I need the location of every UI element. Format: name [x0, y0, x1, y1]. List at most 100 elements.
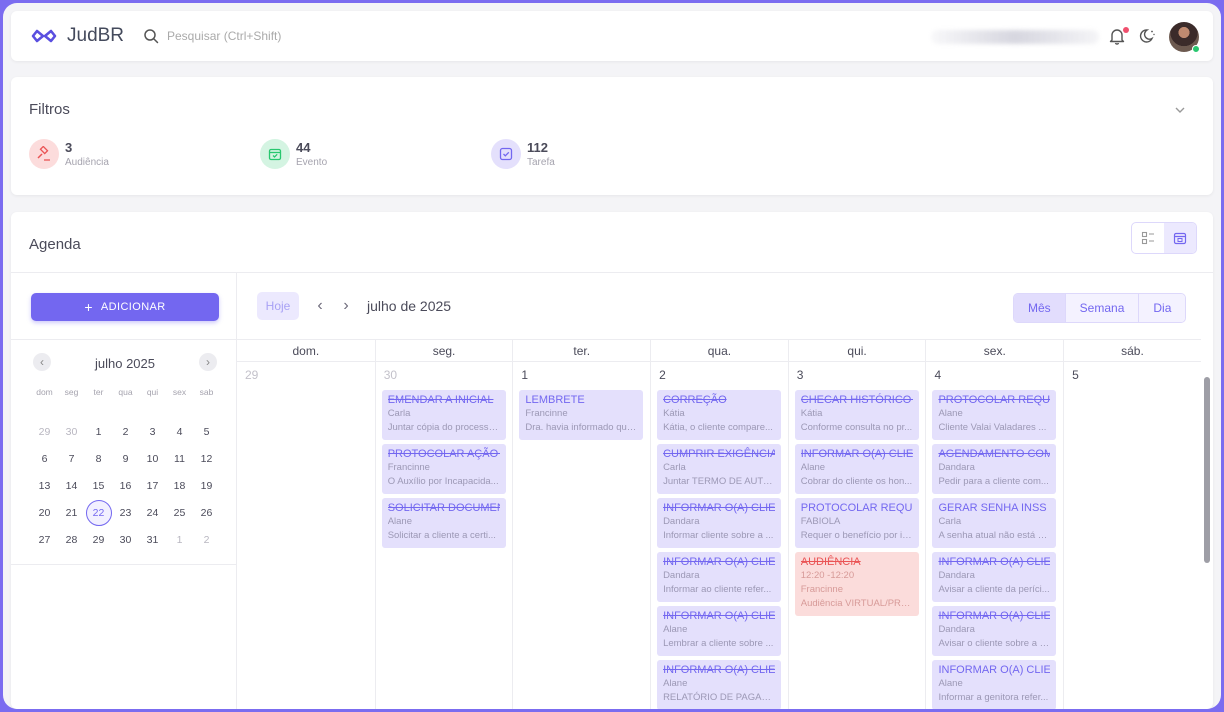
mini-day[interactable]: 30 — [58, 419, 85, 446]
mini-day[interactable]: 19 — [193, 473, 220, 500]
calendar-event[interactable]: INFORMAR O(A) CLIEN Alane RELATÓRIO DE PAG… — [657, 660, 782, 709]
calendar-event[interactable]: INFORMAR O(A) CLIEN Dandara Avisar o clien… — [932, 606, 1057, 656]
mini-day-number: 21 — [65, 507, 78, 519]
mini-day[interactable]: 2 — [193, 527, 220, 554]
day-cell[interactable]: 29 — [237, 362, 375, 709]
mini-day[interactable]: 22 — [85, 500, 112, 527]
event-title: PROTOCOLAR AÇÃO J — [387, 448, 500, 460]
calendar-event[interactable]: EMENDAR A INICIAL Carla Juntar cópia do pr… — [381, 390, 506, 440]
mini-prev-month-button[interactable]: ‹ — [33, 353, 51, 371]
stat-tarefa[interactable]: 112 Tarefa — [491, 139, 555, 169]
calendar-event[interactable]: INFORMAR O(A) CLIEN Dandara Informar clien… — [657, 498, 782, 548]
event-person: Kátia — [800, 408, 823, 419]
event-description: O Auxílio por Incapacida... — [387, 476, 499, 487]
calendar-event[interactable]: PROTOCOLAR REQUE Alane Cliente Valai Valad… — [932, 390, 1057, 440]
day-number: 1 — [521, 368, 529, 382]
calendar-event[interactable]: AUDIÊNCIA 12:20 -12:20 Francinne Audiência … — [794, 552, 919, 616]
mini-day[interactable]: 15 — [85, 473, 112, 500]
day-cell[interactable]: 1 LEMBRETE Francinne Dra. havia informado q… — [512, 362, 650, 709]
mini-day[interactable]: 24 — [139, 500, 166, 527]
calendar-event[interactable]: LEMBRETE Francinne Dra. havia informado qu… — [519, 390, 644, 440]
mini-day[interactable]: 7 — [58, 446, 85, 473]
stat-evento[interactable]: 44 Evento — [260, 139, 327, 169]
calendar-event[interactable]: CHECAR HISTÓRICO D Kátia Conforme consulta… — [794, 390, 919, 440]
mini-day[interactable]: 29 — [31, 419, 58, 446]
mini-day[interactable]: 9 — [112, 446, 139, 473]
mini-day[interactable]: 28 — [58, 527, 85, 554]
mini-day[interactable]: 3 — [139, 419, 166, 446]
mini-day[interactable]: 18 — [166, 473, 193, 500]
day-cell[interactable]: 3 CHECAR HISTÓRICO D Kátia Conforme consult… — [787, 362, 926, 709]
calendar-event[interactable]: CORREÇÃO Kátia Kátia, o cliente compare... — [657, 390, 782, 440]
stat-label: Evento — [296, 157, 328, 168]
mini-day[interactable]: 4 — [166, 419, 193, 446]
mini-day[interactable]: 1 — [85, 419, 112, 446]
day-cell[interactable]: 4 PROTOCOLAR REQUE Alane Cliente Valai Vala… — [925, 362, 1063, 709]
calendar-view-button[interactable] — [1164, 223, 1196, 253]
mini-day[interactable]: 31 — [139, 527, 166, 554]
event-title: INFORMAR O(A) CLIEN — [663, 556, 776, 568]
mini-day[interactable]: 14 — [58, 473, 85, 500]
calendar-event[interactable]: INFORMAR O(A) CLIEN Alane Lembrar a client… — [657, 606, 782, 656]
calendar-event[interactable]: AGENDAMENTO COM Dandara Pedir para a clien… — [932, 444, 1057, 494]
view-month-button[interactable]: Mês — [1014, 294, 1065, 322]
mini-day[interactable]: 21 — [58, 500, 85, 527]
mini-next-month-button[interactable]: › — [199, 353, 217, 371]
view-week-button[interactable]: Semana — [1064, 294, 1139, 322]
mini-day[interactable]: 10 — [139, 446, 166, 473]
mini-day[interactable]: 6 — [31, 446, 58, 473]
prev-month-button[interactable]: ‹ — [307, 292, 333, 320]
day-number: 3 — [796, 368, 804, 382]
mini-day[interactable]: 1 — [166, 527, 193, 554]
mini-day-number: 7 — [68, 453, 75, 465]
mini-weekday-label: seg — [64, 387, 79, 397]
mini-day[interactable]: 8 — [85, 446, 112, 473]
next-month-button[interactable]: › — [333, 292, 359, 320]
mini-day[interactable]: 23 — [112, 500, 139, 527]
dark-mode-icon[interactable] — [1139, 27, 1157, 45]
event-title: INFORMAR O(A) CLIEN — [663, 610, 776, 622]
weekday-label: sex. — [925, 340, 1063, 362]
calendar-event[interactable]: INFORMAR O(A) CLIEN Dandara Informar ao cl… — [657, 552, 782, 602]
view-day-button[interactable]: Dia — [1138, 294, 1186, 322]
mini-day[interactable]: 26 — [193, 500, 220, 527]
mini-day[interactable]: 25 — [166, 500, 193, 527]
mini-day[interactable]: 29 — [85, 527, 112, 554]
day-cell[interactable]: 30 EMENDAR A INICIAL Carla Juntar cópia do … — [374, 362, 513, 709]
mini-day[interactable]: 11 — [166, 446, 193, 473]
calendar-event[interactable]: INFORMAR O(A) CLIEN Alane Informar a genit… — [932, 660, 1057, 709]
filters-card: Filtros 3 Audiência 44 Evento 112 Tarefa — [11, 77, 1213, 195]
calendar-event[interactable]: INFORMAR O(A) CLIEN Alane Cobrar do client… — [794, 444, 919, 494]
day-cell[interactable]: 2 CORREÇÃO Kátia Kátia, o cliente compare..… — [650, 362, 788, 709]
mini-weekday-label: sab — [199, 387, 214, 397]
mini-day[interactable]: 27 — [31, 527, 58, 554]
search-trigger[interactable]: Pesquisar (Ctrl+Shift) — [143, 28, 281, 44]
today-button[interactable]: Hoje — [257, 292, 299, 320]
mini-day[interactable]: 17 — [139, 473, 166, 500]
mini-day[interactable]: 30 — [112, 527, 139, 554]
add-event-label: ADICIONAR — [100, 301, 166, 313]
day-cell[interactable]: 5 — [1063, 362, 1201, 709]
calendar-event[interactable]: CUMPRIR EXIGÊNCIA Carla Juntar TERMO DE AU… — [657, 444, 782, 494]
mini-day[interactable]: 5 — [193, 419, 220, 446]
stat-audiencia[interactable]: 3 Audiência — [29, 139, 109, 169]
event-description: Conforme consulta no pr... — [800, 422, 913, 433]
calendar-scrollbar[interactable] — [1201, 339, 1213, 709]
calendar-event[interactable]: INFORMAR O(A) CLIEN Dandara Avisar a clien… — [932, 552, 1057, 602]
mini-day[interactable]: 20 — [31, 500, 58, 527]
app-logo[interactable]: JudBR — [29, 25, 124, 47]
list-view-button[interactable] — [1132, 223, 1164, 253]
add-event-button[interactable]: + ADICIONAR — [31, 293, 219, 321]
agenda-sidebar: + ADICIONAR ‹ julho 2025 › dom seg ter qua q… — [11, 273, 237, 709]
mini-day-number: 8 — [95, 453, 102, 465]
calendar-event[interactable]: PROTOCOLAR AÇÃO J Francinne O Auxílio por … — [381, 444, 506, 494]
calendar-event[interactable]: GERAR SENHA INSS Carla A senha atual não e… — [932, 498, 1057, 548]
chevron-down-icon[interactable] — [1173, 103, 1187, 117]
mini-day[interactable]: 2 — [112, 419, 139, 446]
scrollbar-thumb[interactable] — [1204, 377, 1210, 563]
mini-day[interactable]: 13 — [31, 473, 58, 500]
calendar-event[interactable]: SOLICITAR DOCUMEN Alane Solicitar a client… — [381, 498, 506, 548]
mini-day[interactable]: 12 — [193, 446, 220, 473]
mini-day[interactable]: 16 — [112, 473, 139, 500]
calendar-event[interactable]: PROTOCOLAR REQUE FABIOLA Requer o benefíci… — [794, 498, 919, 548]
